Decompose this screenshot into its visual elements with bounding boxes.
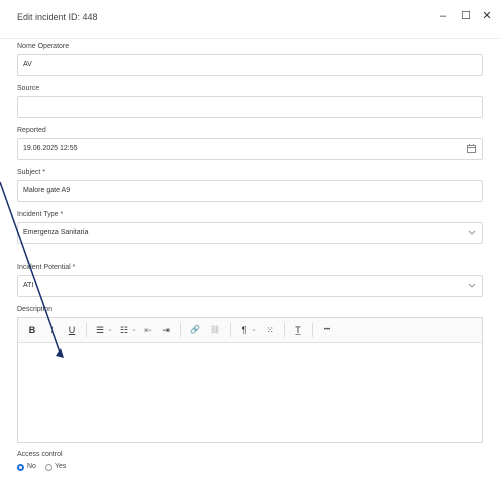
bullet-list-icon[interactable]: ☰ [94, 323, 106, 337]
subject-label: Subject * [17, 169, 46, 176]
close-button[interactable]: ✕ [479, 8, 495, 24]
align-icon[interactable]: ⁙ [264, 323, 276, 337]
incident-type-value: Emergenza Sanitaria [23, 229, 89, 236]
chevron-down-icon [468, 228, 476, 238]
incident-potential-label: Incident Potential * [17, 264, 76, 271]
indent-icon[interactable]: ⇥ [160, 323, 172, 337]
source-input[interactable] [17, 96, 483, 118]
calendar-icon[interactable] [467, 144, 476, 155]
access-yes-radio[interactable] [45, 464, 52, 471]
chevron-down-icon[interactable]: ⌄ [250, 323, 258, 337]
editor-toolbar: B I U ☰ ⌄ ☷ ⌄ ⇤ ⇥ 🔗 ⛓ ¶ ⌄ ⁙ T̲ ••• [18, 318, 482, 343]
format-icon[interactable]: ¶ [238, 323, 250, 337]
dialog-titlebar: Edit incident ID: 448 – ☐ ✕ [0, 0, 500, 39]
more-icon[interactable]: ••• [318, 323, 336, 337]
numbered-list-icon[interactable]: ☷ [118, 323, 130, 337]
toolbar-divider [86, 323, 87, 337]
toolbar-divider [284, 323, 285, 337]
incident-type-select[interactable]: Emergenza Sanitaria [17, 222, 483, 244]
dialog-title: Edit incident ID: 448 [17, 12, 98, 22]
reported-datetime-input[interactable]: 19.06.2025 12:55 [17, 138, 483, 160]
minimize-button[interactable]: – [435, 8, 451, 24]
chevron-down-icon [468, 281, 476, 291]
chevron-down-icon[interactable]: ⌄ [106, 323, 114, 337]
source-label: Source [17, 85, 40, 92]
reported-value: 19.06.2025 12:55 [23, 145, 78, 152]
access-yes-label: Yes [55, 463, 67, 470]
description-textarea[interactable] [18, 343, 482, 442]
incident-type-label: Incident Type * [17, 211, 64, 218]
maximize-button[interactable]: ☐ [458, 8, 474, 24]
subject-value: Malore gate A9 [23, 187, 71, 194]
toolbar-divider [230, 323, 231, 337]
description-label: Description [17, 306, 53, 313]
incident-potential-select[interactable]: ATI [17, 275, 483, 297]
clear-format-icon[interactable]: T̲ [292, 323, 304, 337]
subject-input[interactable]: Malore gate A9 [17, 180, 483, 202]
reported-label: Reported [17, 127, 46, 134]
nome-operatore-value: AV [23, 61, 32, 68]
underline-button[interactable]: U [66, 323, 78, 337]
incident-potential-value: ATI [23, 282, 34, 289]
access-no-label: No [27, 463, 36, 470]
chevron-down-icon[interactable]: ⌄ [130, 323, 138, 337]
outdent-icon[interactable]: ⇤ [142, 323, 154, 337]
bold-button[interactable]: B [26, 323, 38, 337]
unlink-icon[interactable]: ⛓ [208, 323, 222, 337]
toolbar-divider [180, 323, 181, 337]
toolbar-divider [312, 323, 313, 337]
access-no-radio[interactable] [17, 464, 24, 471]
italic-button[interactable]: I [46, 323, 58, 337]
description-editor: B I U ☰ ⌄ ☷ ⌄ ⇤ ⇥ 🔗 ⛓ ¶ ⌄ ⁙ T̲ ••• [17, 317, 483, 443]
nome-operatore-input[interactable]: AV [17, 54, 483, 76]
nome-operatore-label: Nome Operatore [17, 43, 70, 50]
link-icon[interactable]: 🔗 [188, 323, 202, 337]
access-control-label: Access control [17, 451, 63, 458]
